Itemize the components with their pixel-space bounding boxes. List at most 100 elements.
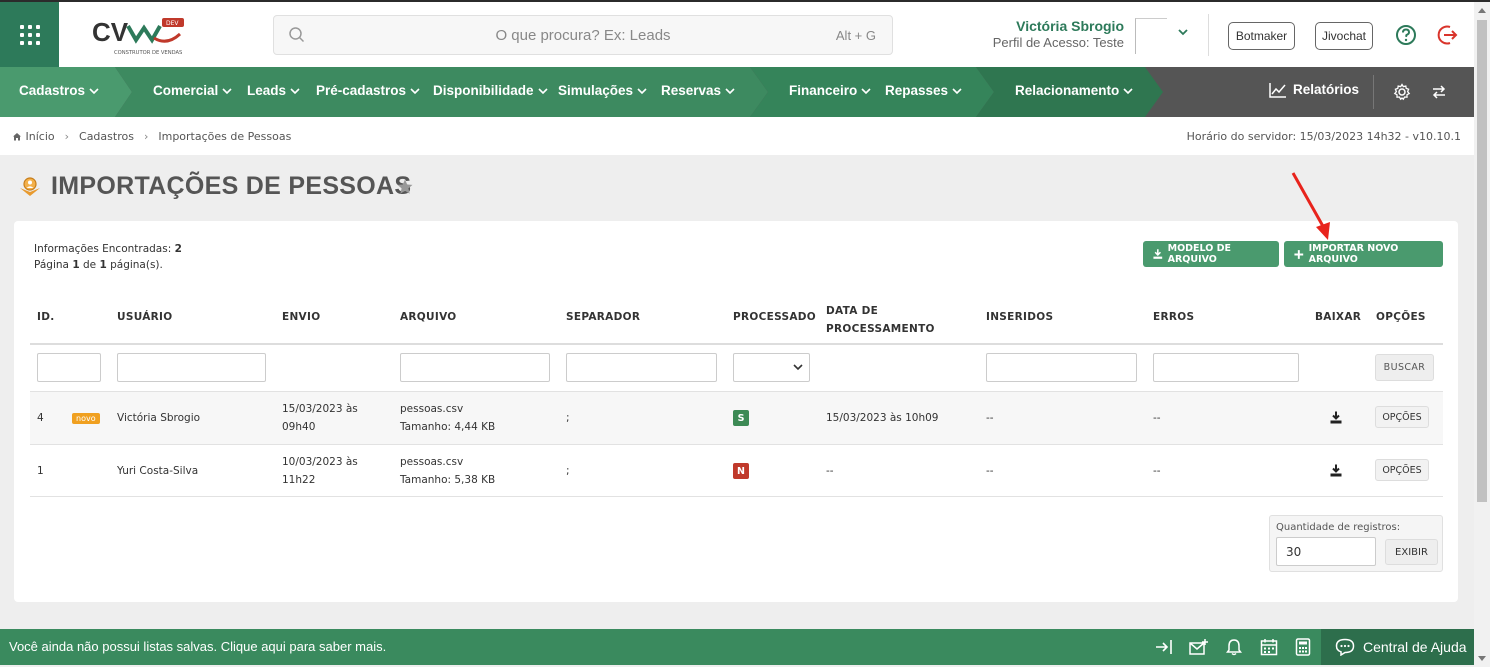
mail-add-icon[interactable] <box>1189 638 1209 656</box>
global-search[interactable]: O que procura? Ex: Leads Alt + G <box>273 15 893 55</box>
table-row[interactable]: 4 novo Victória Sbrogio 15/03/2023 às 09… <box>30 391 1443 444</box>
apps-menu-button[interactable] <box>0 2 59 67</box>
filter-usuario-input[interactable] <box>117 353 266 382</box>
download-icon[interactable] <box>1330 464 1342 477</box>
avatar[interactable] <box>1135 18 1167 54</box>
main-navigation: Cadastros Comercial Leads Pré-cadastros … <box>0 67 1474 117</box>
col-header-envio[interactable]: ENVIO <box>282 311 320 323</box>
home-icon <box>13 133 21 141</box>
filter-id-input[interactable] <box>37 353 101 382</box>
calendar-icon[interactable] <box>1260 638 1278 656</box>
page-scrollbar[interactable] <box>1474 2 1490 667</box>
exit-icon[interactable] <box>1437 24 1459 46</box>
page-of: de <box>82 259 97 271</box>
breadcrumb-home[interactable]: Início <box>12 130 55 143</box>
nav-label: Reservas <box>661 83 722 98</box>
download-icon <box>1153 249 1163 259</box>
filter-arquivo-input[interactable] <box>400 353 550 382</box>
download-template-button[interactable]: MODELO DE ARQUIVO <box>1143 241 1279 267</box>
cell-id: 1 <box>37 465 44 477</box>
bell-icon[interactable] <box>1226 638 1242 656</box>
col-header-line: PROCESSAMENTO <box>826 323 935 335</box>
results-info: Informações Encontradas: 2 Página 1 de 1… <box>34 241 182 273</box>
chevron-down-icon <box>222 88 232 95</box>
nav-cadastros[interactable]: Cadastros <box>19 83 99 98</box>
col-header-usuario[interactable]: USUÁRIO <box>117 311 172 323</box>
row-options-button[interactable]: OPÇÕES <box>1375 406 1429 428</box>
user-info[interactable]: Victória Sbrogio Perfil de Acesso: Teste <box>993 18 1124 50</box>
col-header-inseridos[interactable]: INSERIDOS <box>986 311 1053 323</box>
nav-label: Relacionamento <box>1015 83 1120 98</box>
login-icon[interactable] <box>1155 638 1173 656</box>
filter-inseridos-input[interactable] <box>986 353 1137 382</box>
chevron-down-icon <box>637 88 647 95</box>
records-per-page-input[interactable]: 30 <box>1276 537 1376 566</box>
col-header-id[interactable]: ID. <box>37 311 55 323</box>
table-header-divider <box>30 343 1443 345</box>
nav-comercial[interactable]: Comercial <box>153 83 232 98</box>
breadcrumb-current: Importações de Pessoas <box>158 130 292 143</box>
col-header-opcoes: OPÇÕES <box>1376 311 1426 323</box>
page-title: IMPORTAÇÕES DE PESSOAS <box>51 172 412 200</box>
breadcrumb-cadastros[interactable]: Cadastros <box>79 130 134 143</box>
nav-repasses[interactable]: Repasses <box>885 83 962 98</box>
chevron-down-icon <box>1123 88 1133 95</box>
help-icon[interactable] <box>1395 24 1417 46</box>
download-icon[interactable] <box>1330 411 1342 424</box>
header-divider <box>1208 14 1209 56</box>
found-label: Informações Encontradas: <box>34 243 172 255</box>
gear-icon[interactable] <box>1393 83 1411 101</box>
nav-reservas[interactable]: Reservas <box>661 83 735 98</box>
brand-logo[interactable]: CV DEV CONSTRUTOR DE VENDAS <box>92 16 192 56</box>
saved-lists-message[interactable]: Você ainda não possui listas salvas. Cli… <box>9 639 386 654</box>
imports-card: Informações Encontradas: 2 Página 1 de 1… <box>14 221 1458 602</box>
grid-icon <box>19 24 40 45</box>
help-center-button[interactable]: Central de Ajuda <box>1321 629 1474 665</box>
page-label: Página <box>34 259 69 271</box>
file-size: Tamanho: 5,38 KB <box>400 474 496 486</box>
cell-envio: 15/03/2023 às 09h40 <box>282 400 358 436</box>
row-options-button[interactable]: OPÇÕES <box>1375 459 1429 481</box>
logo-tagline: CONSTRUTOR DE VENDAS <box>114 50 182 56</box>
scroll-down-arrow[interactable] <box>1478 656 1486 661</box>
user-name: Victória Sbrogio <box>1016 18 1124 34</box>
envio-time: 11h22 <box>282 474 316 486</box>
cell-separador: ; <box>566 412 570 424</box>
col-header-data-processamento[interactable]: DATA DE PROCESSAMENTO <box>826 302 935 338</box>
scroll-thumb[interactable] <box>1477 20 1487 502</box>
nav-disponibilidade[interactable]: Disponibilidade <box>433 83 548 98</box>
star-icon[interactable] <box>396 178 414 196</box>
jivochat-button[interactable]: Jivochat <box>1315 22 1373 50</box>
filter-erros-input[interactable] <box>1153 353 1299 382</box>
filter-separador-input[interactable] <box>566 353 717 382</box>
search-input[interactable]: O que procura? Ex: Leads <box>274 27 892 44</box>
chart-icon <box>1269 83 1286 99</box>
top-header: CV DEV CONSTRUTOR DE VENDAS O que procur… <box>0 2 1474 67</box>
processed-status-badge: S <box>733 410 749 426</box>
cell-inseridos: -- <box>986 465 994 477</box>
show-button[interactable]: EXIBIR <box>1385 539 1438 565</box>
swap-icon[interactable] <box>1431 84 1447 100</box>
nav-pre-cadastros[interactable]: Pré-cadastros <box>316 83 420 98</box>
nav-simulacoes[interactable]: Simulações <box>558 83 647 98</box>
nav-relatorios[interactable]: Relatórios <box>1269 82 1359 99</box>
calculator-icon[interactable] <box>1295 638 1311 656</box>
col-header-separador[interactable]: SEPARADOR <box>566 311 640 323</box>
filter-processado-select[interactable] <box>733 353 810 382</box>
cell-usuario: Yuri Costa-Silva <box>117 465 199 477</box>
scroll-up-arrow[interactable] <box>1478 8 1486 13</box>
chevron-down-icon <box>725 88 735 95</box>
file-size: Tamanho: 4,44 KB <box>400 421 496 433</box>
cell-separador: ; <box>566 465 570 477</box>
col-header-arquivo[interactable]: ARQUIVO <box>400 311 457 323</box>
nav-financeiro[interactable]: Financeiro <box>789 83 871 98</box>
chevron-down-icon <box>410 88 420 95</box>
nav-relacionamento[interactable]: Relacionamento <box>1015 83 1133 98</box>
search-button[interactable]: BUSCAR <box>1375 354 1434 381</box>
nav-leads[interactable]: Leads <box>247 83 300 98</box>
col-header-processado[interactable]: PROCESSADO <box>733 311 816 323</box>
chevron-down-icon[interactable] <box>1177 26 1189 38</box>
botmaker-button[interactable]: Botmaker <box>1228 22 1295 50</box>
col-header-erros[interactable]: ERROS <box>1153 311 1194 323</box>
table-row[interactable]: 1 Yuri Costa-Silva 10/03/2023 às 11h22 p… <box>30 444 1443 497</box>
